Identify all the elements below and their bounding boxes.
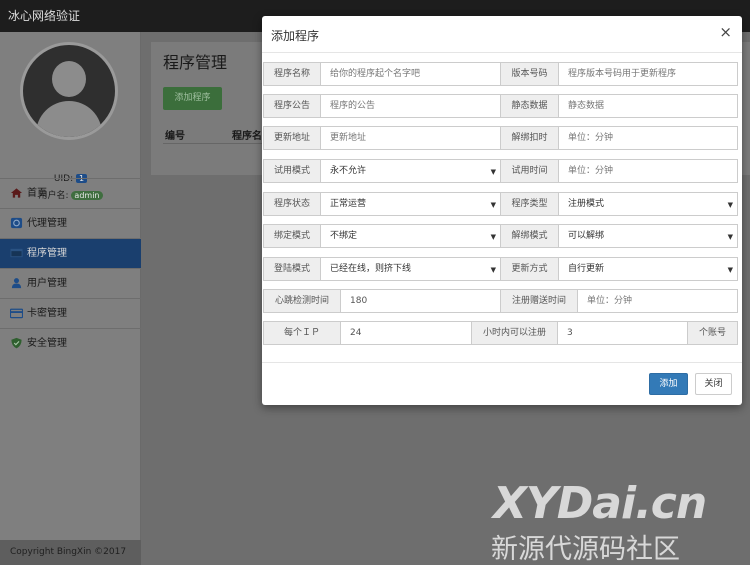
per-ip-label: 每个ＩＰ (263, 321, 341, 345)
register-gift-input[interactable] (577, 289, 738, 313)
update-mode-label: 更新方式 (500, 257, 559, 281)
program-type-value: 注册模式 (568, 199, 605, 209)
caret-down-icon: ▼ (727, 266, 733, 274)
program-icon (10, 248, 23, 258)
sidebar-item-label: 代理管理 (27, 218, 67, 229)
card-icon (10, 308, 23, 319)
sidebar-item-cards[interactable]: 卡密管理 (0, 298, 141, 328)
bind-mode-value: 不绑定 (330, 231, 358, 241)
hours-register-label: 小时内可以注册 (471, 321, 558, 345)
caret-down-icon: ▼ (490, 233, 496, 241)
update-url-label: 更新地址 (263, 126, 321, 150)
update-url-input[interactable] (320, 126, 501, 150)
dialog-footer-divider (262, 362, 742, 363)
agent-icon (10, 217, 23, 229)
unbind-mode-select[interactable]: 可以解绑 ▼ (558, 224, 738, 248)
add-program-dialog: 添加程序 × 程序名称 版本号码 程序公告 静态数据 更新地址 解绑扣时 试用模… (262, 16, 742, 405)
account-limit-input[interactable] (557, 321, 688, 345)
sidebar-item-label: 首页 (27, 188, 47, 199)
program-type-label: 程序类型 (500, 192, 559, 216)
form-row-name-version: 程序名称 版本号码 (263, 62, 738, 86)
unbind-deduct-input[interactable] (558, 126, 738, 150)
sidebar-item-agents[interactable]: 代理管理 (0, 208, 141, 238)
form-row-notice-static: 程序公告 静态数据 (263, 94, 738, 118)
footer-copyright: Copyright BingXin ©2017 (0, 540, 141, 565)
bind-mode-label: 绑定模式 (263, 224, 321, 248)
unbind-mode-label: 解绑模式 (500, 224, 559, 248)
caret-down-icon: ▼ (490, 266, 496, 274)
sidebar-item-security[interactable]: 安全管理 (0, 328, 141, 358)
close-button[interactable]: 关闭 (695, 373, 732, 395)
form-row-bind: 绑定模式 不绑定 ▼ 解绑模式 可以解绑 ▼ (263, 224, 738, 248)
version-label: 版本号码 (500, 62, 559, 86)
brand-title[interactable]: 冰心网络验证 (8, 7, 80, 24)
trial-time-input[interactable] (558, 159, 738, 183)
status-select[interactable]: 正常运营 ▼ (320, 192, 501, 216)
page-title: 程序管理 (163, 53, 228, 72)
avatar (20, 42, 118, 140)
watermark-subtitle: 新源代源码社区 (491, 534, 680, 565)
sidebar-item-label: 程序管理 (27, 248, 67, 259)
bind-mode-select[interactable]: 不绑定 ▼ (320, 224, 501, 248)
sidebar-item-label: 用户管理 (27, 278, 67, 289)
trial-time-label: 试用时间 (500, 159, 559, 183)
caret-down-icon: ▼ (727, 233, 733, 241)
add-program-button[interactable]: 添加程序 (163, 87, 222, 110)
heartbeat-label: 心跳检测时间 (263, 289, 341, 313)
login-mode-select[interactable]: 已经在线，则挤下线 ▼ (320, 257, 501, 281)
form-row-update-unbind: 更新地址 解绑扣时 (263, 126, 738, 150)
program-type-select[interactable]: 注册模式 ▼ (558, 192, 738, 216)
form-row-login-update: 登陆模式 已经在线，则挤下线 ▼ 更新方式 自行更新 ▼ (263, 257, 738, 281)
user-icon (11, 278, 22, 289)
update-mode-value: 自行更新 (568, 264, 605, 274)
trial-mode-select[interactable]: 永不允许 ▼ (320, 159, 501, 183)
login-mode-label: 登陆模式 (263, 257, 321, 281)
caret-down-icon: ▼ (490, 201, 496, 209)
unbind-deduct-label: 解绑扣时 (500, 126, 559, 150)
unbind-mode-value: 可以解绑 (568, 231, 605, 241)
status-label: 程序状态 (263, 192, 321, 216)
status-value: 正常运营 (330, 199, 367, 209)
program-name-label: 程序名称 (263, 62, 321, 86)
version-input[interactable] (558, 62, 738, 86)
program-name-input[interactable] (320, 62, 501, 86)
dialog-title: 添加程序 (271, 29, 320, 43)
sidebar-item-programs[interactable]: 程序管理 (0, 238, 141, 268)
notice-input[interactable] (320, 94, 501, 118)
avatar-head-shape (52, 61, 86, 97)
heartbeat-input[interactable] (340, 289, 501, 313)
avatar-body-shape (36, 101, 102, 137)
per-ip-hours-input[interactable] (340, 321, 472, 345)
column-header-id: 编号 (165, 131, 185, 142)
form-row-trial: 试用模式 永不允许 ▼ 试用时间 (263, 159, 738, 183)
update-mode-select[interactable]: 自行更新 ▼ (558, 257, 738, 281)
static-data-input[interactable] (558, 94, 738, 118)
sidebar-menu: 首页 代理管理 程序管理 用户管理 卡密管理 安全管理 (0, 178, 141, 358)
caret-down-icon: ▼ (727, 201, 733, 209)
home-icon (10, 188, 23, 198)
table-header-divider (163, 143, 263, 144)
sidebar-item-label: 安全管理 (27, 338, 67, 349)
dialog-header: 添加程序 × (262, 16, 742, 53)
add-button[interactable]: 添加 (649, 373, 688, 395)
form-row-status-type: 程序状态 正常运营 ▼ 程序类型 注册模式 ▼ (263, 192, 738, 216)
static-data-label: 静态数据 (500, 94, 559, 118)
form-row-ip-limit: 每个ＩＰ 小时内可以注册 个账号 (263, 321, 738, 345)
register-gift-label: 注册赠送时间 (500, 289, 578, 313)
watermark-logo: XYDai.cn (493, 478, 707, 529)
sidebar-item-home[interactable]: 首页 (0, 178, 141, 208)
caret-down-icon: ▼ (490, 168, 496, 176)
sidebar-item-users[interactable]: 用户管理 (0, 268, 141, 298)
accounts-unit-label: 个账号 (687, 321, 738, 345)
login-mode-value: 已经在线，则挤下线 (330, 264, 412, 274)
trial-mode-value: 永不允许 (330, 166, 367, 176)
column-header-name: 程序名 (232, 131, 262, 142)
sidebar-item-label: 卡密管理 (27, 308, 67, 319)
sidebar: UID: 1 用户名: admin 首页 代理管理 程序管理 用户管理 卡密管理… (0, 32, 141, 565)
shield-icon (11, 337, 22, 349)
trial-mode-label: 试用模式 (263, 159, 321, 183)
notice-label: 程序公告 (263, 94, 321, 118)
form-row-heartbeat-gift: 心跳检测时间 注册赠送时间 (263, 289, 738, 313)
close-icon[interactable]: × (719, 25, 732, 40)
